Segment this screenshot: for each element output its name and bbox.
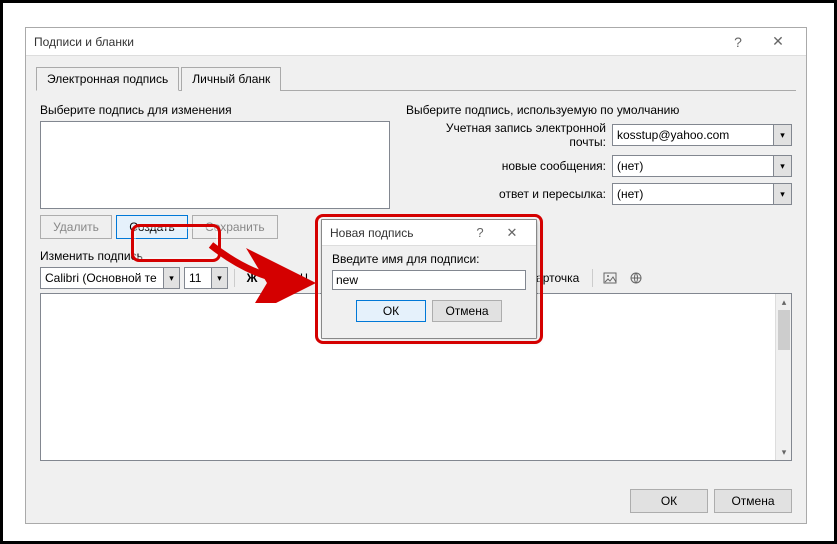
scroll-down-arrow[interactable]: ▾ [776, 444, 792, 460]
signature-name-label: Введите имя для подписи: [332, 252, 526, 266]
font-size-select[interactable]: 11 ▾ [184, 267, 228, 289]
italic-button[interactable]: К [267, 267, 289, 289]
modal-ok-button[interactable]: ОК [356, 300, 426, 322]
signature-list[interactable] [40, 121, 390, 209]
signature-name-input[interactable] [332, 270, 526, 290]
modal-title-bar: Новая подпись ? ✕ [322, 220, 536, 246]
insert-picture-button[interactable] [599, 267, 621, 289]
picture-icon [603, 271, 617, 285]
scroll-thumb[interactable] [778, 310, 790, 350]
modal-cancel-button[interactable]: Отмена [432, 300, 502, 322]
tab-personal-blank[interactable]: Личный бланк [181, 67, 281, 91]
default-signature-label: Выберите подпись, используемую по умолча… [406, 103, 792, 117]
globe-link-icon [629, 271, 643, 285]
email-account-label: Учетная запись электронной почты: [406, 121, 606, 149]
main-title-bar: Подписи и бланки ? ✕ [26, 28, 806, 56]
chevron-down-icon: ▾ [773, 125, 791, 145]
modal-help-button[interactable]: ? [464, 225, 496, 240]
new-messages-label: новые сообщения: [406, 159, 606, 173]
tab-electronic-signature[interactable]: Электронная подпись [36, 67, 179, 91]
ok-button[interactable]: ОК [630, 489, 708, 513]
select-signature-label: Выберите подпись для изменения [40, 103, 390, 117]
new-messages-select[interactable]: (нет) ▾ [612, 155, 792, 177]
chevron-down-icon: ▾ [163, 268, 179, 288]
main-title: Подписи и бланки [34, 35, 718, 49]
editor-scrollbar[interactable]: ▴ ▾ [775, 294, 791, 460]
email-account-select[interactable]: kosstup@yahoo.com ▾ [612, 124, 792, 146]
cancel-button[interactable]: Отмена [714, 489, 792, 513]
tabs: Электронная подпись Личный бланк [36, 66, 796, 91]
reply-forward-label: ответ и пересылка: [406, 187, 606, 201]
dialog-footer: ОК Отмена [630, 489, 792, 513]
underline-button[interactable]: Ч [293, 267, 315, 289]
chevron-down-icon: ▾ [773, 184, 791, 204]
delete-button[interactable]: Удалить [40, 215, 112, 239]
chevron-down-icon: ▾ [211, 268, 227, 288]
toolbar-separator [592, 269, 593, 287]
bold-button[interactable]: Ж [241, 267, 263, 289]
toolbar-separator [234, 269, 235, 287]
main-close-button[interactable]: ✕ [758, 33, 798, 50]
reply-forward-select[interactable]: (нет) ▾ [612, 183, 792, 205]
chevron-down-icon: ▾ [773, 156, 791, 176]
font-select[interactable]: Calibri (Основной те ▾ [40, 267, 180, 289]
new-signature-dialog: Новая подпись ? ✕ Введите имя для подпис… [321, 219, 537, 339]
modal-title: Новая подпись [330, 226, 464, 240]
main-help-button[interactable]: ? [718, 34, 758, 50]
scroll-up-arrow[interactable]: ▴ [776, 294, 792, 310]
create-button[interactable]: Создать [116, 215, 188, 239]
insert-link-button[interactable] [625, 267, 647, 289]
save-button[interactable]: Сохранить [192, 215, 278, 239]
modal-close-button[interactable]: ✕ [496, 225, 528, 241]
